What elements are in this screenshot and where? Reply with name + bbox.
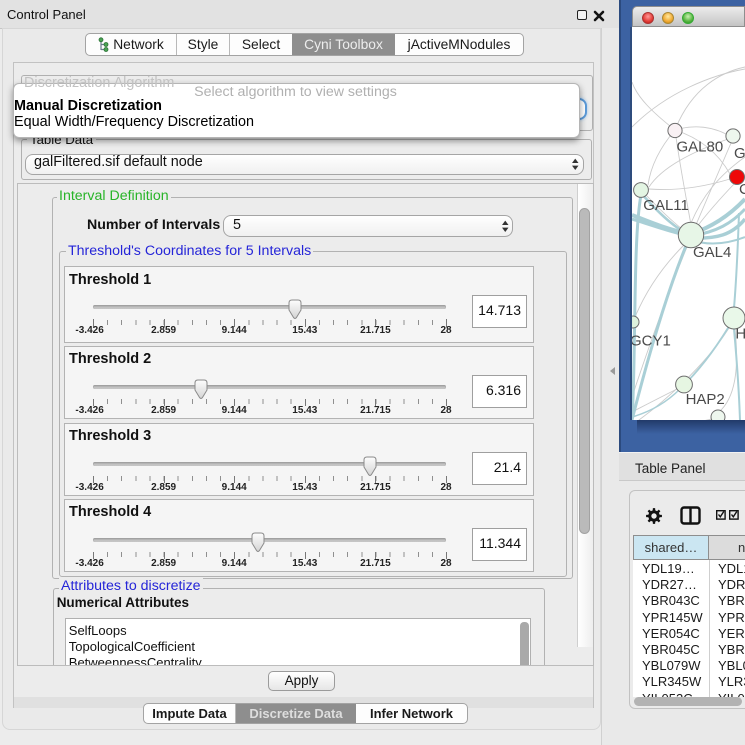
svg-text:GA: GA bbox=[734, 145, 745, 162]
svg-text:H: H bbox=[735, 326, 745, 343]
svg-text:GAL4: GAL4 bbox=[693, 244, 731, 261]
svg-text:GCY1: GCY1 bbox=[632, 333, 671, 350]
svg-text:HAP2: HAP2 bbox=[686, 391, 725, 408]
svg-text:C: C bbox=[739, 181, 745, 198]
svg-text:GAL11: GAL11 bbox=[643, 197, 689, 214]
svg-text:GAL80: GAL80 bbox=[677, 139, 724, 156]
